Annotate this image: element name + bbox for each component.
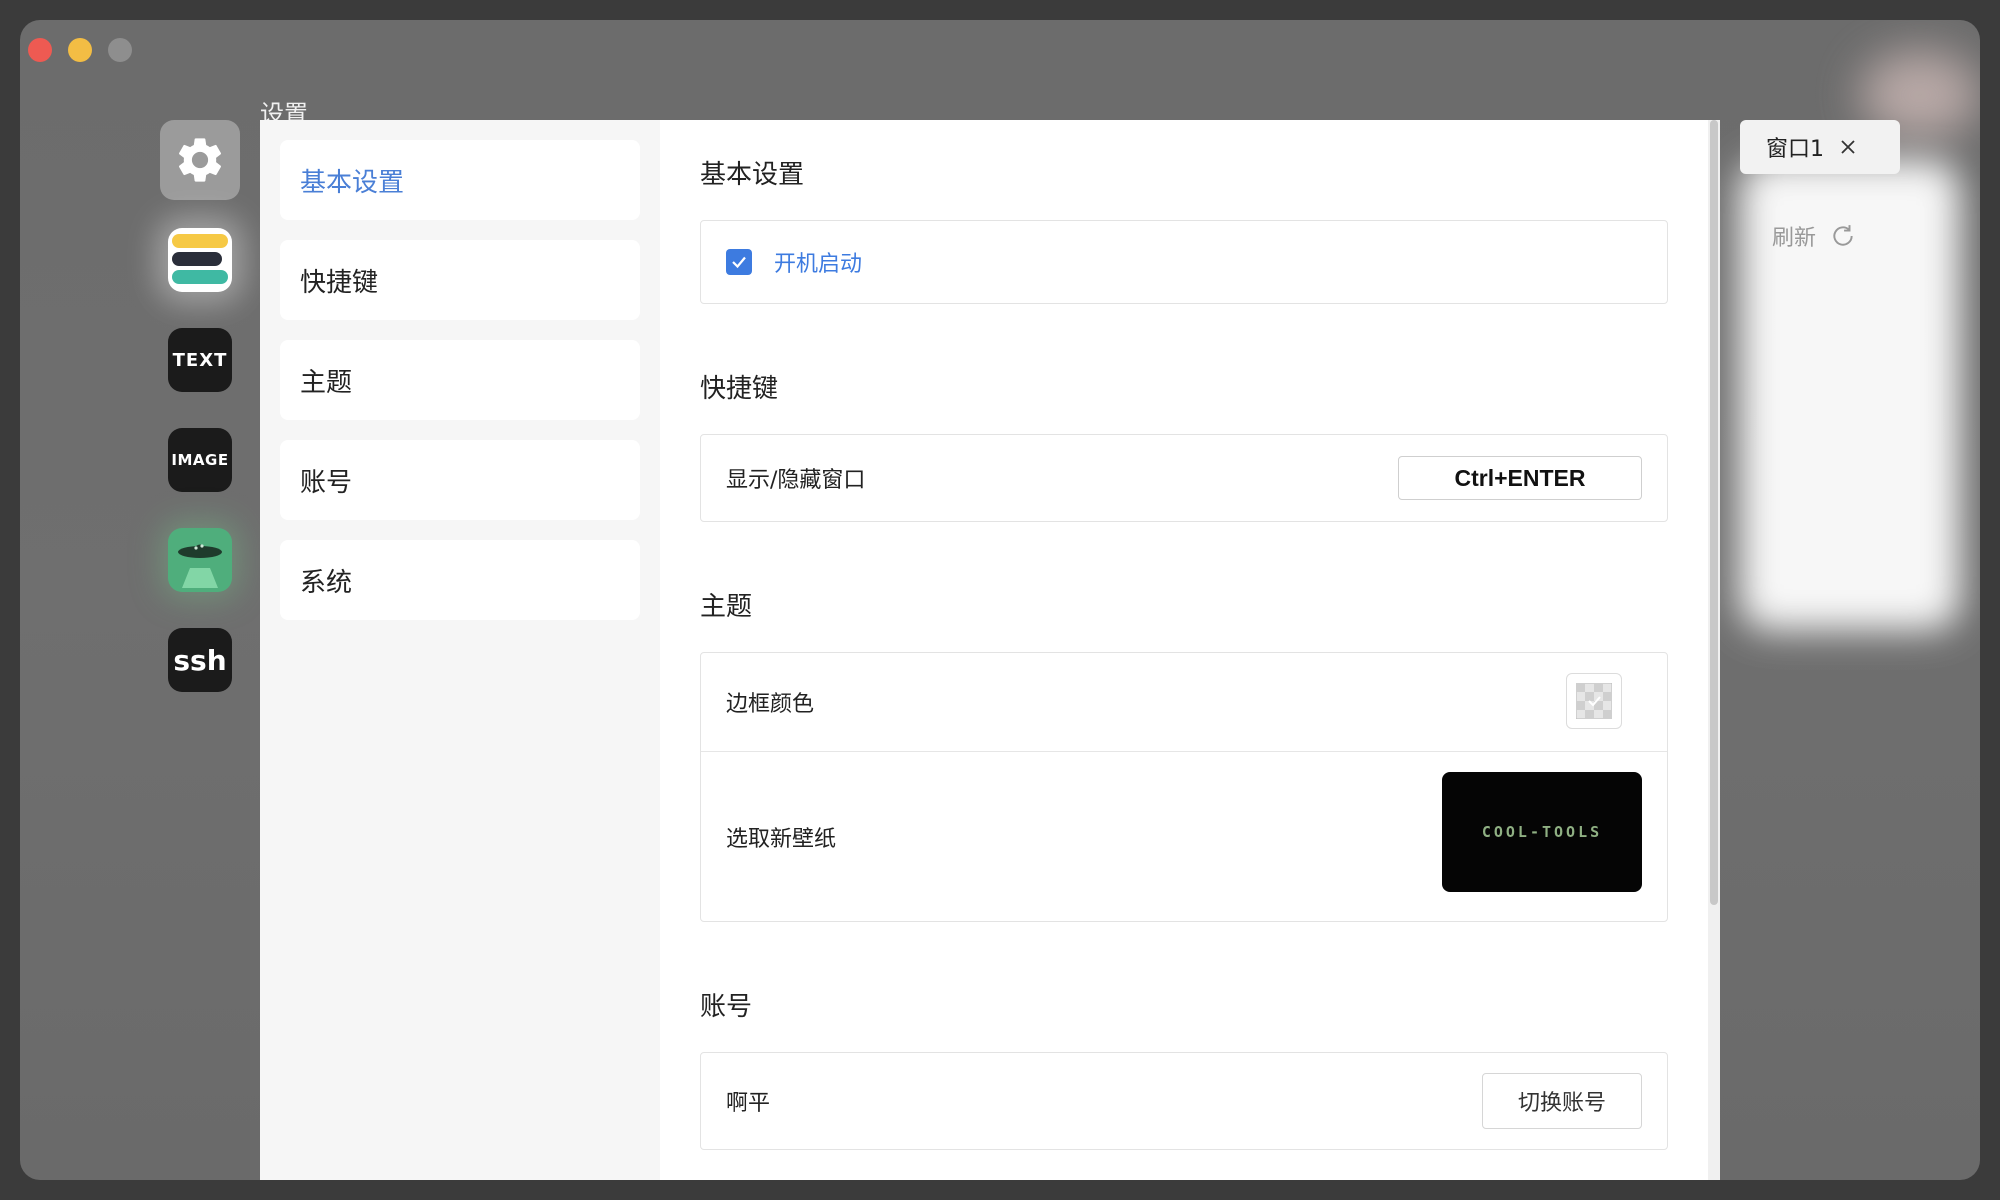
- autostart-label[interactable]: 开机启动: [774, 246, 862, 278]
- dock-item-ufo[interactable]: [168, 528, 232, 592]
- card-hotkeys: 显示/隐藏窗口 Ctrl+ENTER: [700, 434, 1668, 522]
- wallpaper-preview-text: COOL-TOOLS: [1481, 823, 1603, 841]
- close-icon[interactable]: [1840, 139, 1856, 155]
- image-app-icon: IMAGE: [171, 451, 229, 469]
- account-username: 啊平: [726, 1091, 771, 1116]
- border-color-label: 边框颜色: [726, 692, 815, 717]
- wallpaper-picker[interactable]: COOL-TOOLS: [1442, 772, 1642, 892]
- scrollbar[interactable]: [1708, 120, 1720, 1180]
- border-color-picker[interactable]: [1566, 673, 1622, 729]
- wallpaper-label: 选取新壁纸: [726, 827, 837, 852]
- hotkey-label: 显示/隐藏窗口: [726, 468, 866, 493]
- menu-item-theme[interactable]: 主题: [280, 340, 640, 420]
- check-icon: [732, 256, 746, 269]
- transparent-swatch-icon: [1576, 683, 1612, 719]
- card-account: 啊平 切换账号: [700, 1052, 1668, 1150]
- text-app-icon: TEXT: [172, 349, 228, 371]
- dock-item-text[interactable]: TEXT: [168, 328, 232, 392]
- menu-item-account[interactable]: 账号: [280, 440, 640, 520]
- switch-account-button[interactable]: 切换账号: [1482, 1073, 1642, 1129]
- minimize-window-button[interactable]: [68, 38, 92, 62]
- section-title-basic: 基本设置: [700, 160, 805, 190]
- dock-item-ssh[interactable]: ssh: [168, 628, 232, 692]
- zoom-window-button[interactable]: [108, 38, 132, 62]
- menu-item-basic[interactable]: 基本设置: [280, 140, 640, 220]
- settings-content: 基本设置 开机启动 快捷键 显示/隐藏窗口 Ctrl+ENTER 主题 边框颜色…: [660, 120, 1705, 1180]
- section-title-theme: 主题: [700, 592, 753, 622]
- hotkey-input[interactable]: Ctrl+ENTER: [1398, 456, 1642, 500]
- section-title-hotkeys: 快捷键: [700, 374, 779, 404]
- refresh-icon: [1830, 223, 1856, 249]
- card-basic: 开机启动: [700, 220, 1668, 304]
- menu-item-system[interactable]: 系统: [280, 540, 640, 620]
- dock-item-image[interactable]: IMAGE: [168, 428, 232, 492]
- settings-panel: 基本设置 快捷键 主题 账号 系统 基本设置 开机启动 快捷键 显示/隐藏窗口 …: [260, 120, 1720, 1180]
- close-window-button[interactable]: [28, 38, 52, 62]
- ufo-icon: [178, 544, 222, 588]
- menu-item-hotkeys[interactable]: 快捷键: [280, 240, 640, 320]
- border-color-row: 边框颜色: [701, 653, 1667, 751]
- app-window: 设置 TEXT IMAGE ssh 窗口1 刷新 基本设置 快捷键 主题 账号 …: [20, 20, 1980, 1180]
- ssh-app-icon: ssh: [173, 643, 227, 677]
- autostart-checkbox[interactable]: [726, 249, 752, 275]
- database-app-icon: [172, 234, 228, 284]
- scroll-thumb[interactable]: [1710, 120, 1718, 905]
- tab-label: 窗口1: [1766, 137, 1824, 162]
- autostart-row: 开机启动: [701, 221, 1667, 303]
- tab-window-1[interactable]: 窗口1: [1740, 120, 1900, 174]
- gear-icon: [178, 138, 222, 182]
- settings-menu: 基本设置 快捷键 主题 账号 系统: [260, 120, 660, 1180]
- section-title-account: 账号: [700, 992, 753, 1022]
- refresh-button[interactable]: 刷新: [1772, 220, 1856, 252]
- dock-item-database[interactable]: [168, 228, 232, 292]
- refresh-label: 刷新: [1772, 226, 1817, 251]
- card-theme: 边框颜色 选取新壁纸 COOL-TOOLS: [700, 652, 1668, 922]
- dock-item-settings[interactable]: [160, 120, 240, 200]
